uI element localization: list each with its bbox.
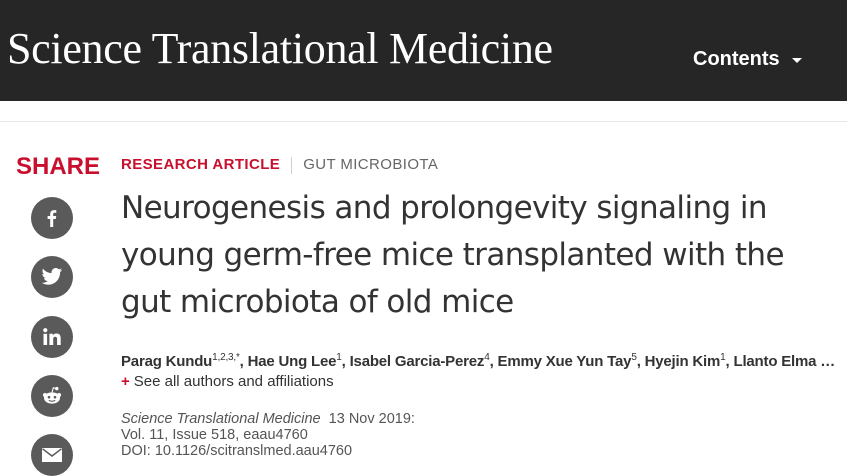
see-all-authors-label: See all authors and affiliations: [133, 373, 334, 390]
article-type-label[interactable]: RESEARCH ARTICLE: [121, 156, 280, 174]
share-facebook-button[interactable]: [31, 197, 73, 239]
citation-journal-line: Science Translational Medicine 13 Nov 20…: [121, 411, 415, 427]
contents-menu-label: Contents: [693, 48, 780, 70]
citation-doi[interactable]: DOI: 10.1126/scitranslmed.aau4760: [121, 443, 415, 459]
see-all-authors-link[interactable]: + See all authors and affiliations: [121, 373, 334, 391]
linkedin-icon: [43, 328, 61, 345]
expand-plus-icon: +: [121, 373, 130, 390]
reddit-icon: [43, 386, 61, 404]
journal-logo[interactable]: Science Translational Medicine: [7, 18, 553, 80]
author-link[interactable]: Llanto Elma: [733, 353, 816, 370]
author-list: Parag Kundu1,2,3,*, Hae Ung Lee1, Isabel…: [121, 352, 836, 370]
header-divider: [0, 121, 847, 122]
top-navigation-bar: Science Translational Medicine Contents: [0, 0, 847, 101]
authors-ellipsis: …: [820, 353, 836, 370]
citation-volume: Vol. 11, Issue 518, eaau4760: [121, 427, 308, 443]
author-link[interactable]: Emmy Xue Yun Tay5: [498, 352, 637, 370]
share-reddit-button[interactable]: [31, 375, 73, 417]
citation-date: 13 Nov 2019:: [328, 411, 415, 427]
facebook-icon: [47, 210, 57, 227]
author-link[interactable]: Hae Ung Lee1: [248, 352, 342, 370]
author-link[interactable]: Hyejin Kim1: [645, 352, 726, 370]
article-topic-label[interactable]: GUT MICROBIOTA: [303, 156, 438, 174]
article-category: RESEARCH ARTICLE GUT MICROBIOTA: [121, 156, 438, 174]
email-icon: [42, 448, 62, 462]
article-title: Neurogenesis and prolongevity signaling …: [121, 190, 785, 320]
author-link[interactable]: Parag Kundu1,2,3,*: [121, 352, 240, 370]
share-twitter-button[interactable]: [31, 256, 73, 298]
contents-menu-button[interactable]: Contents: [693, 47, 802, 71]
share-email-button[interactable]: [31, 434, 73, 476]
twitter-icon: [41, 268, 63, 285]
category-separator: [291, 156, 293, 174]
share-heading: SHARE: [16, 153, 101, 180]
share-linkedin-button[interactable]: [31, 316, 73, 358]
citation-block: Science Translational Medicine 13 Nov 20…: [121, 411, 415, 459]
author-link[interactable]: Isabel Garcia-Perez4: [350, 352, 490, 370]
chevron-down-icon: [791, 58, 802, 63]
citation-journal: Science Translational Medicine: [121, 411, 321, 427]
